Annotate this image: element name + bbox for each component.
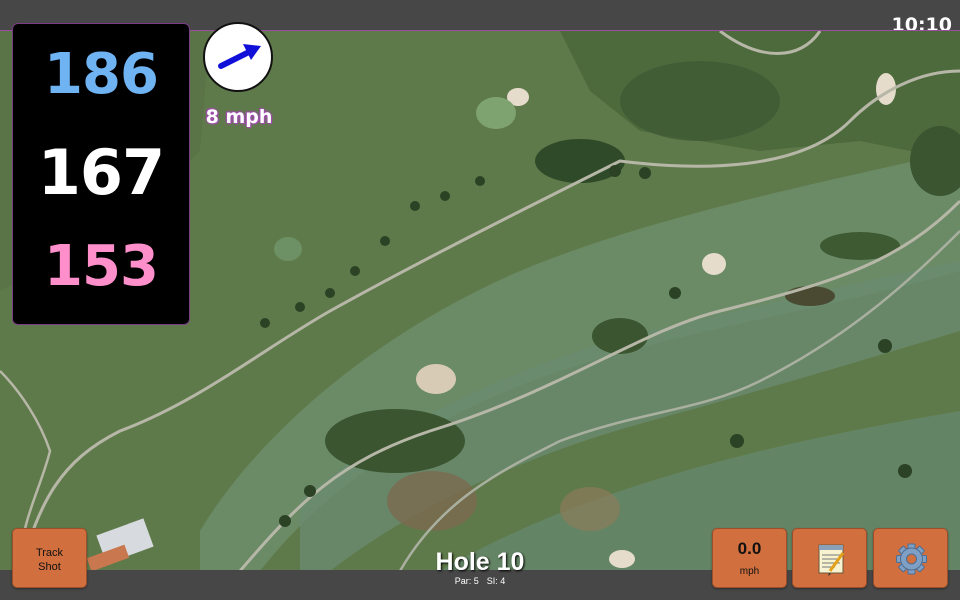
settings-button[interactable] (873, 528, 948, 588)
track-shot-button[interactable]: Track Shot (12, 528, 87, 588)
gear-icon (896, 543, 927, 575)
distance-panel: 186 167 153 (12, 23, 190, 325)
front-distance: 153 (44, 234, 159, 299)
hole-info: Par: 5 SI: 4 (400, 576, 560, 586)
track-shot-label-line2: Shot (38, 561, 61, 573)
middle-distance: 167 (37, 136, 165, 209)
notepad-icon (818, 544, 845, 576)
speed-unit: mph (739, 566, 760, 577)
hole-stroke-index: SI: 4 (486, 576, 506, 586)
speed-button[interactable]: 0.0 mph (712, 528, 787, 588)
arrow-wind-icon (218, 44, 261, 69)
wind-speed-label: 8 mph (205, 106, 273, 128)
wind-direction-indicator (203, 22, 273, 92)
notes-button[interactable] (792, 528, 867, 588)
back-distance: 186 (44, 42, 159, 107)
speed-value: 0.0 (737, 539, 762, 558)
hole-par: Par: 5 (454, 576, 479, 586)
hole-title: Hole 10 (435, 548, 525, 576)
track-shot-label-line1: Track (35, 547, 64, 559)
